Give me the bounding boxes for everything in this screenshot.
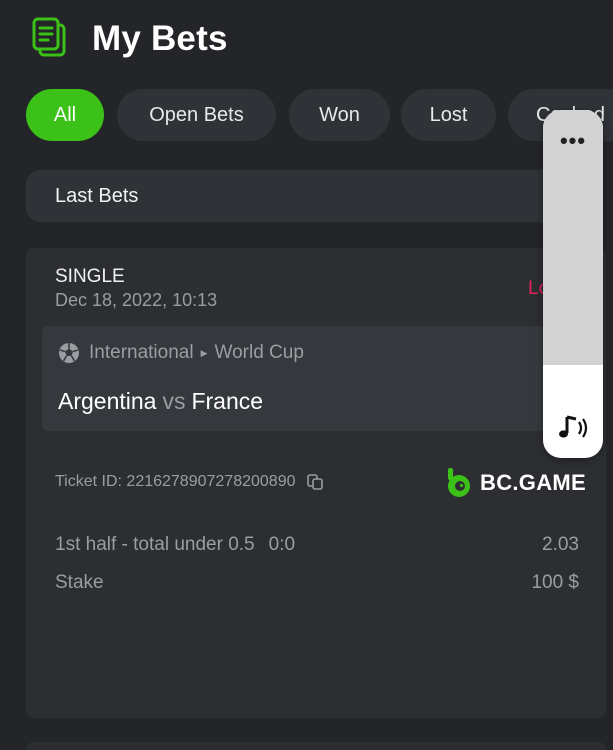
filter-won[interactable]: Won	[289, 89, 390, 141]
ticket-id-text: Ticket ID: 2216278907278200890	[55, 473, 296, 490]
odds-value: 2.03	[542, 534, 579, 555]
copy-icon[interactable]	[306, 473, 324, 491]
section-title: Last Bets	[55, 184, 139, 207]
caret-right-icon: ▶	[200, 347, 208, 358]
versus-label: vs	[162, 388, 186, 414]
ticket-id: Ticket ID: 2216278907278200890	[55, 473, 324, 491]
league-breadcrumb: International ▶ World Cup	[89, 342, 304, 364]
page-header: My Bets	[30, 14, 228, 64]
brand-logo: BC.GAME	[446, 466, 586, 500]
selection-row: 1st half - total under 0.5 0:0 2.03	[55, 534, 579, 556]
bet-card[interactable]: SINGLE Dec 18, 2022, 10:13 Lost Internat…	[26, 248, 606, 718]
league-competition: World Cup	[214, 342, 304, 363]
filter-lost[interactable]: Lost	[401, 89, 496, 141]
home-team: Argentina	[58, 388, 157, 414]
stake-value: 100 $	[531, 572, 579, 593]
match-teams: Argentina vs France	[58, 388, 263, 415]
bc-game-logo-icon	[448, 468, 470, 497]
away-team: France	[191, 388, 264, 414]
last-bets-bar[interactable]: Last Bets	[26, 170, 586, 222]
next-bet-card[interactable]	[26, 742, 606, 750]
stake-row: Stake 100 $	[55, 572, 579, 594]
match-info[interactable]: International ▶ World Cup Argentina vs Fra…	[42, 326, 572, 431]
stake-label: Stake	[55, 572, 104, 593]
selection-score: 0:0	[268, 534, 296, 555]
filter-all[interactable]: All	[26, 89, 104, 141]
music-note-icon[interactable]	[555, 410, 591, 446]
filter-open-bets[interactable]: Open Bets	[117, 89, 276, 141]
page-title: My Bets	[92, 19, 228, 58]
filter-tabs: All Open Bets Won Lost Cashed	[26, 89, 613, 141]
brand-name: BC.GAME	[480, 470, 586, 495]
volume-overlay[interactable]: •••	[543, 110, 603, 458]
selection-market: 1st half - total under 0.5	[55, 534, 255, 555]
bet-slip-icon	[32, 17, 66, 57]
soccer-ball-icon	[59, 343, 79, 363]
bet-date: Dec 18, 2022, 10:13	[55, 290, 218, 310]
bet-type: SINGLE	[55, 266, 125, 287]
league-region: International	[89, 342, 194, 363]
more-menu-icon[interactable]: •••	[543, 128, 603, 154]
